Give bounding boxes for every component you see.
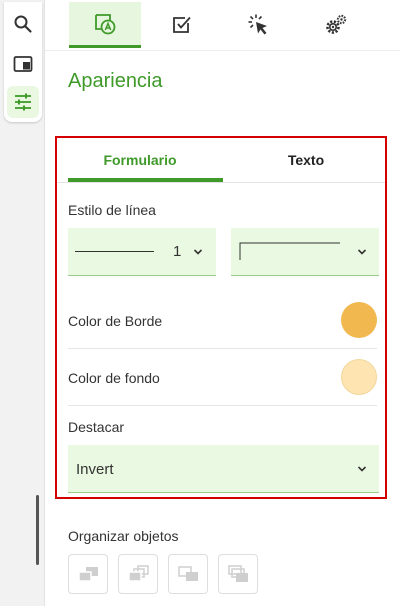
appearance-icon	[95, 13, 116, 34]
top-tab-bar	[45, 0, 400, 51]
tab-form[interactable]: Formulario	[57, 138, 223, 182]
send-to-back-button[interactable]	[218, 554, 258, 594]
highlight-label: Destacar	[68, 419, 125, 435]
line-width-select[interactable]: 1	[68, 228, 216, 276]
chevron-down-icon	[357, 249, 367, 255]
rail-scrollbar[interactable]	[36, 495, 39, 565]
line-sample	[75, 251, 154, 252]
section-title: Apariencia	[68, 70, 163, 92]
tab-form-label: Formulario	[103, 152, 177, 168]
form-properties-panel: Formulario Texto Estilo de línea 1 Color…	[55, 136, 387, 499]
row-divider	[68, 348, 377, 349]
search-icon	[14, 15, 32, 33]
row-divider	[68, 405, 377, 406]
checkbox-icon	[173, 16, 191, 33]
tab-text[interactable]: Texto	[223, 138, 389, 182]
highlight-value: Invert	[76, 461, 114, 478]
bring-forward-button[interactable]	[68, 554, 108, 594]
fill-color-label: Color de fondo	[68, 370, 160, 386]
sliders-icon	[15, 93, 31, 111]
tab-settings[interactable]	[300, 2, 372, 48]
border-color-label: Color de Borde	[68, 313, 163, 329]
gear-icon	[326, 14, 347, 34]
send-backward-button[interactable]	[168, 554, 208, 594]
window-button[interactable]	[7, 48, 39, 80]
tab-text-label: Texto	[287, 152, 325, 168]
search-button[interactable]	[7, 8, 39, 40]
chevron-down-icon	[357, 466, 367, 472]
tabs-divider	[57, 182, 385, 183]
bring-to-front-icon	[128, 565, 149, 582]
click-icon	[248, 14, 267, 35]
properties-button[interactable]	[7, 86, 39, 118]
send-to-back-icon	[228, 565, 248, 582]
bring-forward-icon	[78, 567, 98, 582]
left-rail	[0, 0, 45, 606]
highlight-select[interactable]: Invert	[68, 445, 379, 493]
tab-actions[interactable]	[223, 2, 295, 48]
window-icon	[13, 56, 33, 72]
border-color-swatch[interactable]	[341, 302, 377, 338]
rail-toolbar	[4, 2, 42, 122]
line-width-value: 1	[173, 243, 182, 260]
arrange-title: Organizar objetos	[68, 528, 179, 544]
line-dash-select[interactable]	[231, 228, 379, 276]
chevron-down-icon	[193, 249, 203, 255]
send-backward-icon	[178, 566, 198, 581]
tab-validation[interactable]	[146, 2, 218, 48]
line-style-label: Estilo de línea	[68, 202, 156, 218]
solid-line-style-icon	[239, 242, 340, 260]
bring-to-front-button[interactable]	[118, 554, 158, 594]
fill-color-swatch[interactable]	[341, 359, 377, 395]
tab-appearance[interactable]	[69, 2, 141, 48]
